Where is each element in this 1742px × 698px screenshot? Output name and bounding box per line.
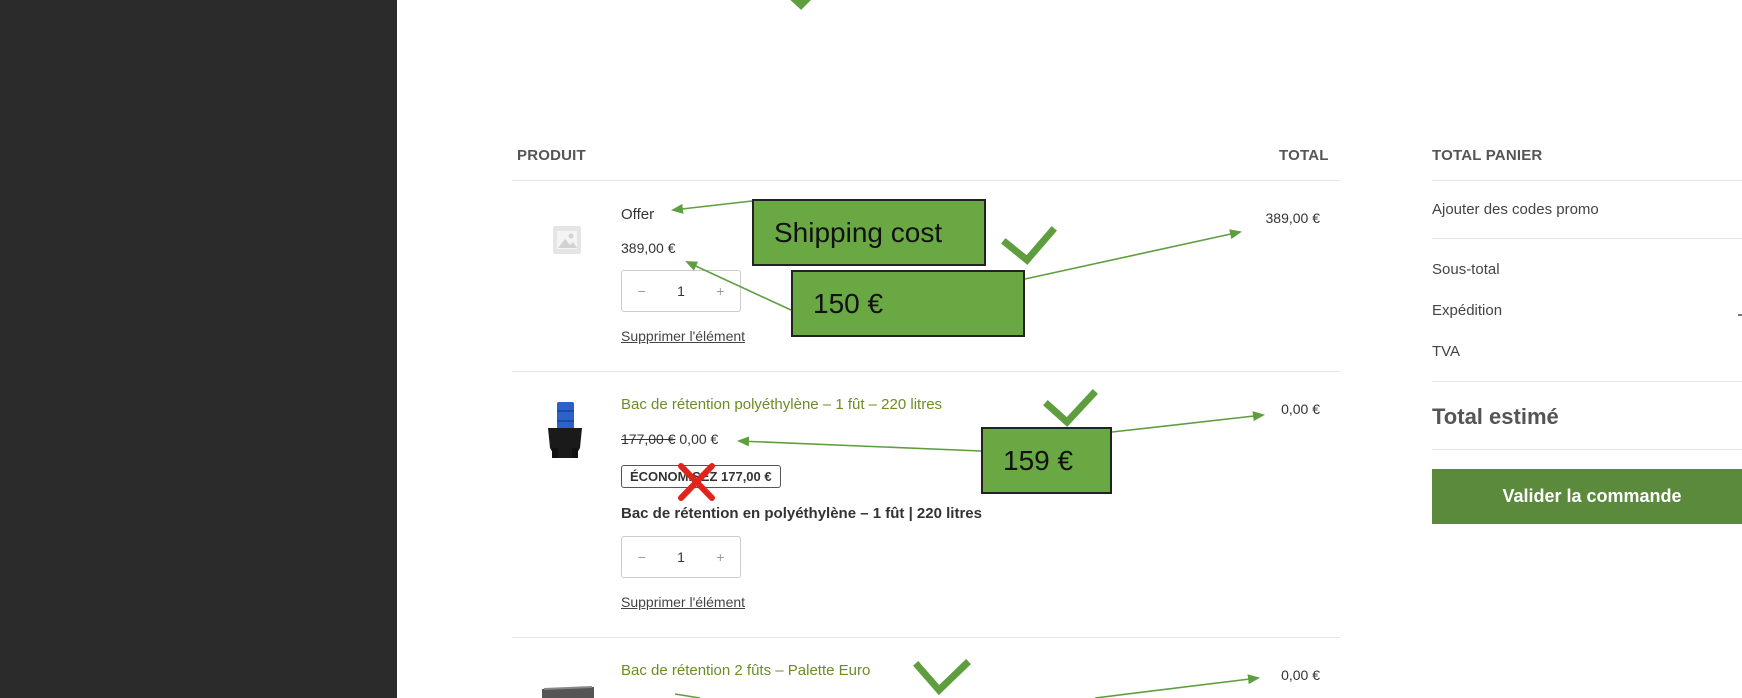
cross-icon: [678, 463, 715, 501]
arrow-to-item2-total: [1111, 411, 1265, 433]
arrow-to-offer-total: [1024, 229, 1242, 280]
arrow-to-sale-price: [737, 436, 982, 452]
arrow-to-item3-total: [1094, 674, 1260, 698]
annotation-overlay: [671, 0, 1265, 698]
checkmark-icon: [1043, 389, 1098, 427]
checkmark-icon: [790, 0, 811, 10]
arrow-to-offer: [671, 200, 753, 214]
checkmark-icon: [1001, 226, 1057, 265]
arrow-to-item3-price: [674, 693, 701, 698]
arrow-to-offer-price: [685, 261, 792, 311]
checkmark-icon: [913, 659, 971, 696]
